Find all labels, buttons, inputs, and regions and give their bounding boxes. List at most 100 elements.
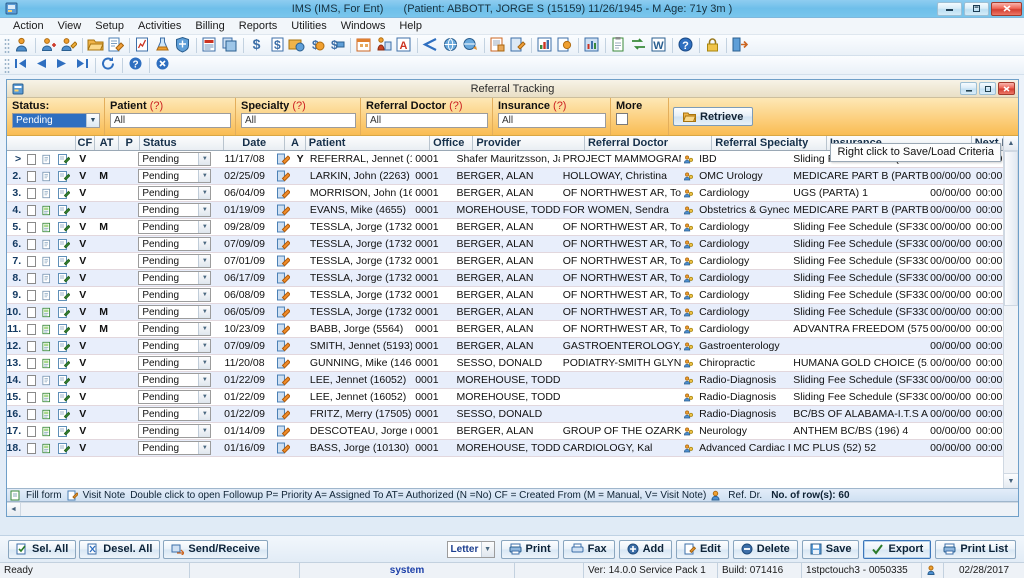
fill-form-icon[interactable] [39,355,54,372]
help-icon[interactable]: ? [677,36,695,54]
referral-doctor-icon[interactable] [681,219,696,236]
patient-icon[interactable] [13,36,31,54]
cell-status[interactable]: Pending ▼ [135,287,215,304]
claim-send-icon[interactable]: $ [328,36,346,54]
cell-status[interactable]: Pending ▼ [135,372,215,389]
export-icon[interactable] [556,36,574,54]
cell-status[interactable]: Pending ▼ [135,270,215,287]
menu-item-reports[interactable]: Reports [232,19,285,33]
table-row[interactable]: 11. V M Pending ▼ 10/23/09 BABB, Jorge (5564) 0… [7,321,1018,338]
referral-doctor-hint[interactable]: (?) [449,100,462,112]
appointment-icon[interactable]: A [395,36,413,54]
note-edit-icon[interactable] [107,36,125,54]
table-row[interactable]: 10. V M Pending ▼ 06/05/09 TESSLA, Jorge (1732… [7,304,1018,321]
edit-button[interactable]: Edit [675,539,729,559]
cell-status[interactable]: Pending ▼ [135,202,215,219]
lock-icon[interactable] [704,36,722,54]
visit-note-icon[interactable] [55,355,74,372]
payment-icon[interactable] [288,36,306,54]
copy-docs-icon[interactable] [221,36,239,54]
referral-doctor-icon[interactable] [681,202,696,219]
menu-item-billing[interactable]: Billing [188,19,231,33]
row-checkbox[interactable] [24,219,39,236]
followup-pen-icon[interactable] [274,253,294,270]
row-checkbox[interactable] [24,287,39,304]
fill-form-icon[interactable] [39,185,54,202]
cancel-icon[interactable] [154,56,172,74]
claims-icon[interactable]: $ [308,36,326,54]
scroll-down-button[interactable]: ▼ [1004,473,1018,488]
referral-doctor-icon[interactable] [681,423,696,440]
stats-icon[interactable] [583,36,601,54]
restore-button[interactable] [964,1,989,16]
table-row[interactable]: 9. V Pending ▼ 06/08/09 TESSLA, Jorge (17324)… [7,287,1018,304]
open-folder-icon[interactable] [87,36,105,54]
visit-note-icon[interactable] [55,389,74,406]
fax-button[interactable]: Fax [562,539,615,559]
cell-status[interactable]: Pending ▼ [135,304,215,321]
fill-form-icon[interactable] [39,423,54,440]
grid-header-office[interactable]: Office [430,136,474,150]
cell-status[interactable]: Pending ▼ [135,236,215,253]
print-button[interactable]: Print [500,539,559,559]
followup-pen-icon[interactable] [274,440,294,457]
add-button[interactable]: Add [618,539,672,559]
insurance-hint[interactable]: (?) [553,100,566,112]
referral-close-button[interactable] [998,82,1015,95]
visit-note-icon[interactable] [55,304,74,321]
row-checkbox[interactable] [24,270,39,287]
table-row[interactable]: 8. V Pending ▼ 06/17/09 TESSLA, Jorge (17324)… [7,270,1018,287]
calendar-icon[interactable] [355,36,373,54]
table-row[interactable]: 15. V Pending ▼ 01/22/09 LEE, Jennet (16052) 0… [7,389,1018,406]
visit-note-icon[interactable] [55,202,74,219]
grid-vertical-scrollbar[interactable]: ▲ ▼ [1003,136,1018,488]
specialty-hint[interactable]: (?) [292,100,305,112]
grid-header-at[interactable]: AT [95,136,120,150]
followup-pen-icon[interactable] [274,168,294,185]
retrieve-button[interactable]: Retrieve [673,107,754,126]
cell-status[interactable]: Pending ▼ [135,321,215,338]
table-row[interactable]: 5. V M Pending ▼ 09/28/09 TESSLA, Jorge (17324… [7,219,1018,236]
fill-form-icon[interactable] [39,321,54,338]
fill-form-icon[interactable] [39,236,54,253]
patient-hint[interactable]: (?) [150,100,163,112]
referral-doctor-icon[interactable] [681,338,696,355]
referral-doctor-icon[interactable] [681,236,696,253]
fill-form-icon[interactable] [39,304,54,321]
cell-status[interactable]: Pending ▼ [135,406,215,423]
row-checkbox[interactable] [24,440,39,457]
grid-header-referral-doctor[interactable]: Referral Doctor [585,136,713,150]
fill-form-icon[interactable] [39,338,54,355]
fill-form-icon[interactable] [39,253,54,270]
clipboard-icon[interactable] [610,36,628,54]
cell-status[interactable]: Pending ▼ [135,389,215,406]
followup-pen-icon[interactable] [274,423,294,440]
visit-note-icon[interactable] [55,338,74,355]
cell-status[interactable]: Pending ▼ [135,355,215,372]
row-checkbox[interactable] [24,406,39,423]
visit-note-icon[interactable] [55,253,74,270]
help-icon[interactable]: ? [127,56,145,74]
cell-status[interactable]: Pending ▼ [135,151,215,168]
visit-note-icon[interactable] [55,270,74,287]
fill-form-icon[interactable] [39,151,54,168]
insurance-input[interactable]: All [498,113,606,128]
followup-pen-icon[interactable] [274,236,294,253]
grid-header-p[interactable]: P [119,136,141,150]
deselect-all-button[interactable]: Desel. All [79,539,161,559]
fill-form-icon[interactable] [39,202,54,219]
grid-header-referral-specialty[interactable]: Referral Specialty [712,136,827,150]
grid-horizontal-scrollbar[interactable]: ◄ [7,502,1018,516]
referral-doctor-icon[interactable] [681,270,696,287]
toolbar-grip[interactable] [4,37,10,53]
report-edit-icon[interactable] [509,36,527,54]
followup-pen-icon[interactable] [274,304,294,321]
row-checkbox[interactable] [24,355,39,372]
referral-doctor-icon[interactable] [681,253,696,270]
fill-form-icon[interactable] [39,389,54,406]
referral-doctor-input[interactable]: All [366,113,488,128]
scroll-up-button[interactable]: ▲ [1004,136,1018,151]
grid-header-rownum[interactable] [7,136,25,150]
nav-toolbar-grip[interactable] [4,57,10,73]
grid-header-cf[interactable]: CF [76,136,95,150]
